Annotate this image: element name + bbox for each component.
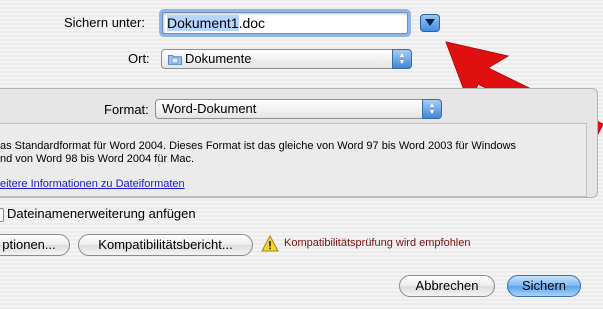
format-value: Word-Dokument	[162, 101, 257, 116]
extension-checkbox[interactable]	[0, 208, 4, 222]
expand-dialog-button[interactable]	[420, 14, 440, 32]
filename-extension: .doc	[238, 15, 266, 31]
save-button[interactable]: Sichern	[507, 275, 581, 297]
folder-icon	[168, 52, 182, 70]
warning-icon	[261, 234, 279, 255]
description-line-1: as Standardformat für Word 2004. Dieses …	[0, 140, 517, 152]
cancel-button[interactable]: Abbrechen	[399, 275, 495, 297]
compatibility-report-button[interactable]: Kompatibilitätsbericht...	[78, 234, 253, 256]
popup-arrows-icon: ▲ ▼	[392, 49, 412, 69]
location-label: Ort:	[128, 51, 150, 66]
extension-checkbox-label: Dateinamenerweiterung anfügen	[7, 206, 196, 221]
options-button[interactable]: ptionen...	[0, 234, 70, 256]
compatibility-warning-text: Kompatibilitätsprüfung wird empfohlen	[284, 237, 471, 249]
format-label: Format:	[104, 102, 149, 117]
popup-arrows-icon: ▲ ▼	[422, 99, 442, 119]
filename-field[interactable]: Dokument1.doc	[162, 12, 408, 34]
location-value: Dokumente	[185, 51, 252, 66]
file-formats-link[interactable]: eitere Informationen zu Dateiformaten	[0, 178, 185, 190]
triangle-down-icon	[425, 19, 435, 26]
description-line-2: nd von Word 98 bis Word 2004 für Mac.	[0, 153, 195, 165]
format-popup[interactable]: Word-Dokument ▲ ▼	[155, 99, 442, 119]
save-as-label: Sichern unter:	[64, 15, 145, 30]
filename-selection: Dokument1	[167, 15, 239, 31]
location-popup[interactable]: Dokumente ▲ ▼	[161, 49, 412, 69]
